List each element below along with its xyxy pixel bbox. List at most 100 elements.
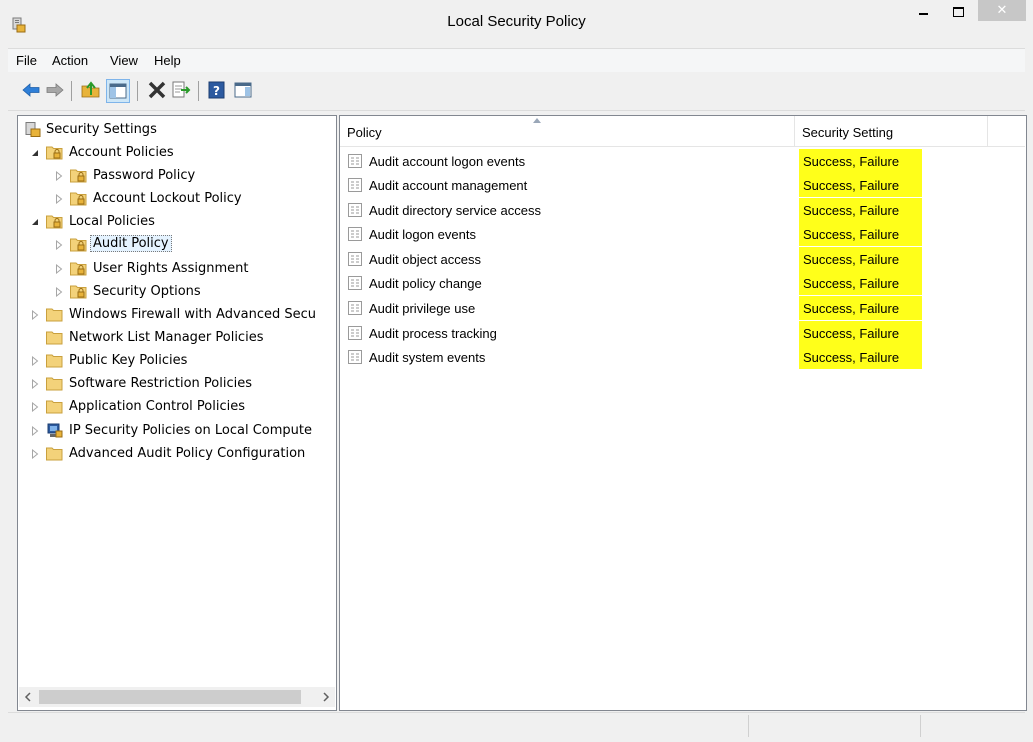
ip-security-computer-icon — [47, 423, 63, 438]
table-row[interactable]: Audit policy change Success, Failure — [340, 271, 1024, 295]
tree-item-public-key-policies[interactable]: Public Key Policies — [28, 351, 328, 372]
svg-text:?: ? — [213, 84, 220, 98]
menu-file[interactable]: File — [16, 53, 37, 68]
policy-name: Audit privilege use — [369, 301, 476, 316]
tree-label: Account Lockout Policy — [93, 191, 242, 206]
table-row[interactable]: Audit object access Success, Failure — [340, 247, 1024, 271]
collapse-arrow-icon[interactable] — [31, 217, 39, 227]
table-row[interactable]: Audit account management Success, Failur… — [340, 173, 1024, 197]
folder-icon — [46, 377, 63, 391]
expand-arrow-icon[interactable] — [55, 240, 63, 250]
security-setting-value: Success, Failure — [803, 301, 900, 316]
column-header-security-setting[interactable]: Security Setting — [795, 116, 988, 147]
security-setting-value: Success, Failure — [803, 350, 900, 365]
tree-item-security-options[interactable]: Security Options — [52, 282, 332, 303]
properties-icon[interactable] — [232, 79, 254, 101]
tree-item-account-policies[interactable]: Account Policies — [28, 143, 328, 164]
policy-icon — [348, 227, 362, 241]
tree-item-application-control-policies[interactable]: Application Control Policies — [28, 397, 328, 418]
collapse-arrow-icon[interactable] — [31, 148, 39, 158]
column-header-policy[interactable]: Policy — [340, 116, 795, 147]
tree-label: Advanced Audit Policy Configuration — [69, 446, 306, 461]
minimize-button[interactable] — [910, 0, 936, 21]
menu-view[interactable]: View — [110, 53, 138, 68]
security-setting-value: Success, Failure — [803, 154, 900, 169]
expand-arrow-icon[interactable] — [31, 379, 39, 389]
tree-item-windows-firewall[interactable]: Windows Firewall with Advanced Secu — [28, 305, 334, 326]
security-setting-value: Success, Failure — [803, 276, 900, 291]
tree-item-advanced-audit-policy-configuration[interactable]: Advanced Audit Policy Configuration — [28, 444, 334, 465]
security-setting-cell: Success, Failure — [799, 271, 922, 295]
tree-item-ip-security-policies[interactable]: IP Security Policies on Local Compute — [28, 421, 334, 442]
status-segment — [8, 715, 748, 737]
expand-arrow-icon[interactable] — [55, 171, 63, 181]
expand-arrow-icon[interactable] — [31, 402, 39, 412]
close-button[interactable]: ✕ — [978, 0, 1026, 21]
tree-label: Windows Firewall with Advanced Secu — [69, 307, 317, 322]
security-setting-cell: Success, Failure — [799, 321, 922, 345]
show-hide-tree-icon[interactable] — [106, 79, 130, 103]
table-row[interactable]: Audit process tracking Success, Failure — [340, 321, 1024, 345]
forward-arrow-icon[interactable] — [44, 79, 66, 101]
title-bar[interactable]: Local Security Policy ✕ — [0, 0, 1033, 48]
expand-arrow-icon[interactable] — [55, 264, 63, 274]
tree-label: Application Control Policies — [69, 399, 245, 414]
security-setting-value: Success, Failure — [803, 178, 900, 193]
policy-name: Audit system events — [369, 350, 486, 365]
console-tree-pane[interactable]: Security Settings Account Policies Passw… — [17, 115, 337, 711]
tree-label: Account Policies — [69, 145, 174, 160]
menu-help[interactable]: Help — [154, 53, 181, 68]
table-row[interactable]: Audit system events Success, Failure — [340, 345, 1024, 369]
maximize-button[interactable] — [945, 0, 971, 21]
policy-icon — [348, 154, 362, 168]
expand-arrow-icon[interactable] — [31, 310, 39, 320]
tree-item-local-policies[interactable]: Local Policies — [28, 212, 328, 233]
help-icon[interactable]: ? — [206, 79, 228, 101]
expand-arrow-icon[interactable] — [55, 287, 63, 297]
security-setting-cell: Success, Failure — [799, 173, 922, 197]
table-row[interactable]: Audit logon events Success, Failure — [340, 222, 1024, 246]
results-pane[interactable]: Policy Security Setting Audit account lo… — [339, 115, 1027, 711]
policy-name: Audit process tracking — [369, 326, 497, 341]
tree-item-audit-policy[interactable]: Audit Policy — [52, 235, 332, 256]
tree-item-account-lockout-policy[interactable]: Account Lockout Policy — [52, 189, 332, 210]
back-arrow-icon[interactable] — [20, 79, 42, 101]
expand-arrow-icon[interactable] — [31, 449, 39, 459]
security-setting-cell: Success, Failure — [799, 296, 922, 320]
scrollbar-thumb[interactable] — [39, 690, 301, 704]
expand-arrow-icon[interactable] — [55, 194, 63, 204]
tree-label: Security Options — [93, 284, 201, 299]
tree-item-user-rights-assignment[interactable]: User Rights Assignment — [52, 259, 332, 280]
locked-folder-icon — [46, 146, 63, 160]
table-row[interactable]: Audit account logon events Success, Fail… — [340, 149, 1024, 173]
folder-icon — [46, 400, 63, 414]
column-header-empty — [988, 116, 1025, 147]
toolbar-separator — [137, 81, 138, 101]
policy-name: Audit policy change — [369, 276, 482, 291]
tree-label: User Rights Assignment — [93, 261, 249, 276]
expand-arrow-icon[interactable] — [31, 426, 39, 436]
tree-label: IP Security Policies on Local Compute — [69, 423, 312, 438]
policy-icon — [348, 252, 362, 266]
status-bar — [8, 712, 1025, 739]
tree-root-security-settings[interactable]: Security Settings — [24, 120, 324, 141]
local-security-policy-window: Local Security Policy ✕ File Action View… — [0, 0, 1033, 742]
table-row[interactable]: Audit directory service access Success, … — [340, 198, 1024, 222]
policy-icon — [348, 276, 362, 290]
table-row[interactable]: Audit privilege use Success, Failure — [340, 296, 1024, 320]
scroll-left-arrow-icon[interactable] — [19, 687, 37, 707]
tree-horizontal-scrollbar[interactable] — [19, 687, 335, 707]
expand-arrow-icon[interactable] — [31, 356, 39, 366]
scroll-right-arrow-icon[interactable] — [317, 687, 335, 707]
locked-folder-icon — [46, 215, 63, 229]
up-folder-icon[interactable] — [80, 79, 102, 101]
status-segment — [920, 715, 1025, 737]
tree-item-network-list-manager-policies[interactable]: Network List Manager Policies — [28, 328, 328, 349]
security-setting-cell: Success, Failure — [799, 149, 922, 173]
menu-action[interactable]: Action — [52, 53, 88, 68]
tree-item-password-policy[interactable]: Password Policy — [52, 166, 332, 187]
tree-item-software-restriction-policies[interactable]: Software Restriction Policies — [28, 374, 328, 395]
policy-name: Audit object access — [369, 252, 482, 267]
export-list-icon[interactable] — [170, 79, 192, 101]
delete-icon[interactable] — [146, 79, 168, 101]
